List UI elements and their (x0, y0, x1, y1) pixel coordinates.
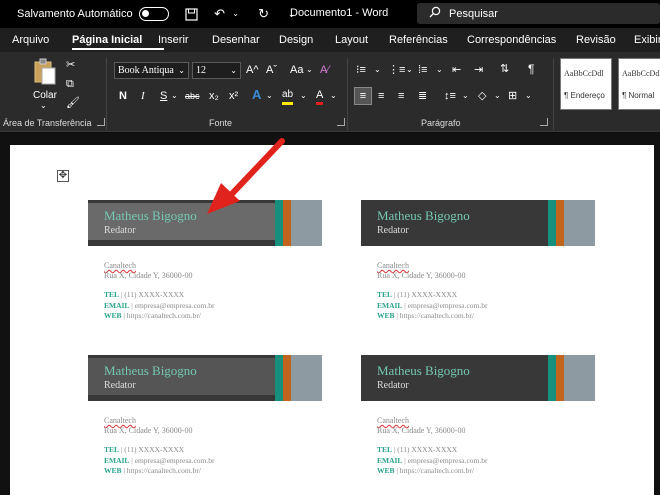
annotation-arrow-icon (207, 138, 285, 214)
